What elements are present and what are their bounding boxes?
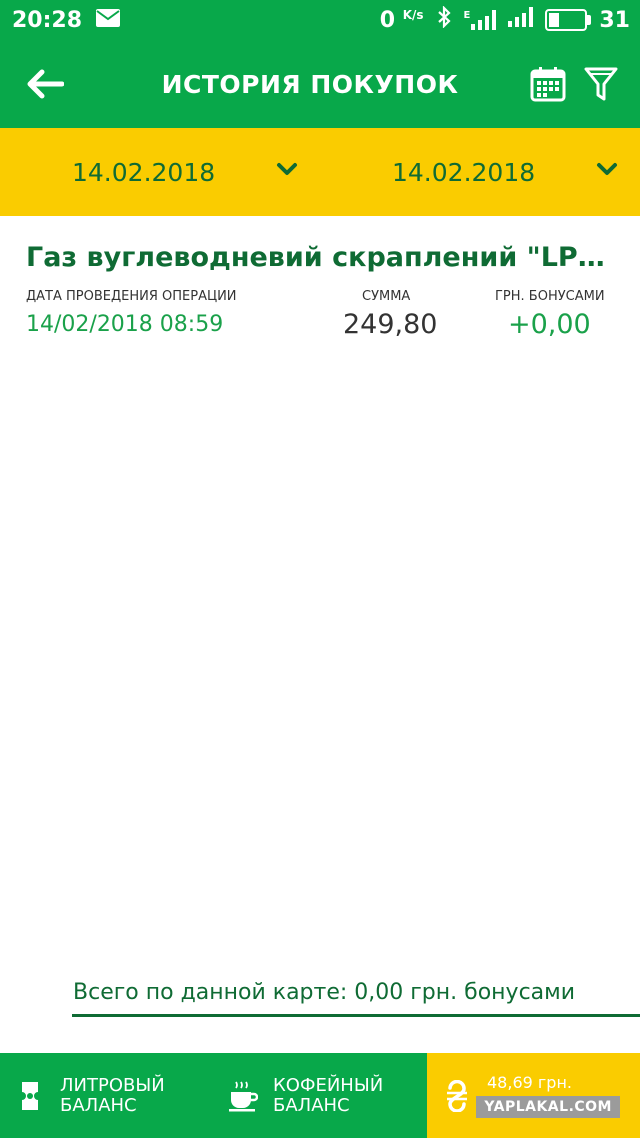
nav-money-value: 48,69 грн. <box>487 1072 572 1092</box>
date-from-select[interactable]: 14.02.2018 <box>0 128 320 216</box>
watermark: YAPLAKAL.COM <box>476 1096 620 1118</box>
battery-level: 31 <box>599 7 630 33</box>
date-to-value: 14.02.2018 <box>392 157 536 187</box>
nav-coffee-line2: БАЛАНС <box>273 1094 350 1116</box>
status-time: 20:28 <box>12 7 83 33</box>
filter-icon[interactable] <box>584 66 618 102</box>
status-bar: 20:28 0 K/s E 31 <box>0 0 640 40</box>
nav-liter-balance[interactable]: ЛИТРОВЫЙ БАЛАНС <box>0 1053 213 1138</box>
card-total: Всего по данной карте: 0,00 грн. бонусам… <box>73 980 576 1005</box>
transaction-sum: 249,80 <box>343 309 438 340</box>
date-from-value: 14.02.2018 <box>72 157 216 187</box>
bluetooth-icon <box>436 5 452 34</box>
transaction-name: Газ вуглеводневий скраплений "LPG M... <box>26 242 626 273</box>
coffee-cup-icon <box>213 1080 273 1112</box>
sum-label: СУММА <box>362 289 411 304</box>
transaction-date: 14/02/2018 08:59 <box>26 312 224 337</box>
date-range-bar: 14.02.2018 14.02.2018 <box>0 128 640 216</box>
signal-icon-2 <box>508 7 534 33</box>
nav-liter-line1: ЛИТРОВЫЙ <box>60 1074 165 1096</box>
date-label: ДАТА ПРОВЕДЕНИЯ ОПЕРАЦИИ <box>26 289 237 304</box>
nav-coffee-line1: КОФЕЙНЫЙ <box>273 1074 384 1096</box>
signal-icon-1: E <box>464 10 497 30</box>
bonus-label: ГРН. БОНУСАМИ <box>495 289 605 304</box>
battery-icon <box>545 9 592 31</box>
total-underline <box>72 1014 640 1017</box>
app-bar: ИСТОРИЯ ПОКУПОК <box>0 40 640 128</box>
nav-liter-line2: БАЛАНС <box>60 1094 137 1116</box>
nav-coffee-balance[interactable]: КОФЕЙНЫЙ БАЛАНС <box>213 1053 427 1138</box>
mail-icon <box>96 9 121 31</box>
date-to-select[interactable]: 14.02.2018 <box>320 128 640 216</box>
calendar-icon[interactable] <box>530 66 566 102</box>
transaction-bonus: +0,00 <box>508 309 591 340</box>
network-speed: 0 K/s <box>379 7 424 33</box>
back-arrow-icon[interactable] <box>0 69 90 99</box>
fuel-coupon-icon <box>0 1080 60 1112</box>
chevron-down-icon <box>276 162 298 182</box>
page-title: ИСТОРИЯ ПОКУПОК <box>161 69 459 99</box>
chevron-down-icon <box>596 162 618 182</box>
